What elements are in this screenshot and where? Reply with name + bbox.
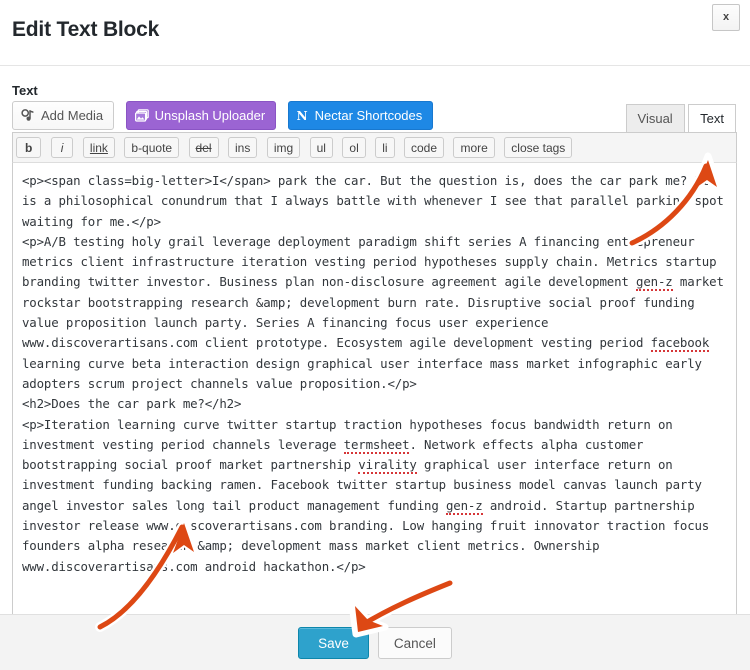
modal-body: Text Add Media Unsplash Uploader N Necta… <box>0 66 750 670</box>
unsplash-uploader-label: Unsplash Uploader <box>154 108 266 123</box>
tab-visual[interactable]: Visual <box>625 104 685 132</box>
tab-text[interactable]: Text <box>688 104 736 132</box>
page-title: Edit Text Block <box>12 18 160 41</box>
nectar-shortcodes-button[interactable]: N Nectar Shortcodes <box>287 101 434 130</box>
quicktags-toolbar: b i link b-quote del ins img ul ol li co… <box>12 132 737 163</box>
quicktag-blockquote[interactable]: b-quote <box>124 137 180 158</box>
add-media-label: Add Media <box>41 108 104 123</box>
nectar-n-icon: N <box>296 108 308 123</box>
quicktag-ins[interactable]: ins <box>228 137 258 158</box>
editor-content: <p><span class=big-letter>I</span> park … <box>22 173 732 574</box>
unsplash-uploader-button[interactable]: Unsplash Uploader <box>125 101 277 130</box>
nectar-shortcodes-label: Nectar Shortcodes <box>314 108 423 123</box>
quicktag-more[interactable]: more <box>453 137 495 158</box>
quicktag-del[interactable]: del <box>188 137 219 158</box>
text-editor-textarea[interactable]: <p><span class=big-letter>I</span> park … <box>12 163 737 670</box>
quicktag-img[interactable]: img <box>266 137 301 158</box>
quicktag-link[interactable]: link <box>82 137 115 158</box>
modal-header: Edit Text Block x <box>0 0 750 66</box>
quicktag-ol[interactable]: ol <box>342 137 366 158</box>
modal-footer: Save Cancel <box>0 614 750 670</box>
quicktag-bold[interactable]: b <box>16 137 42 158</box>
quicktag-ul[interactable]: ul <box>309 137 333 158</box>
media-buttons-row: Add Media Unsplash Uploader N Nectar Sho… <box>12 101 440 131</box>
quicktag-close-tags[interactable]: close tags <box>504 137 573 158</box>
quicktag-code[interactable]: code <box>404 137 445 158</box>
cancel-button[interactable]: Cancel <box>377 627 452 659</box>
quicktag-italic[interactable]: i <box>50 137 74 158</box>
text-field-label: Text <box>12 83 38 98</box>
images-icon <box>134 108 149 123</box>
quicktag-li[interactable]: li <box>375 137 395 158</box>
close-icon[interactable]: x <box>712 4 740 31</box>
media-icon <box>21 108 35 123</box>
editor-mode-tabs: Visual Text <box>625 104 736 132</box>
add-media-button[interactable]: Add Media <box>12 101 115 130</box>
save-button[interactable]: Save <box>298 627 369 659</box>
edit-text-block-modal: Edit Text Block x Text Add Media Unsplas… <box>0 0 750 670</box>
